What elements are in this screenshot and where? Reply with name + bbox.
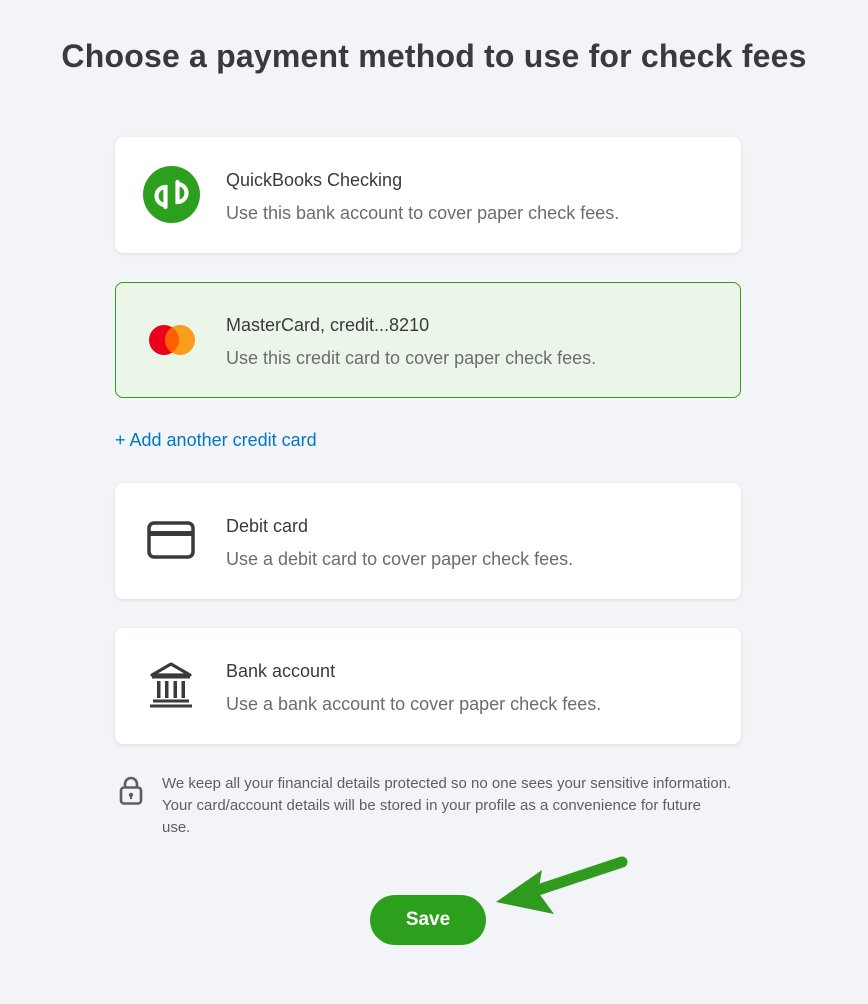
quickbooks-logo-icon: [142, 165, 200, 223]
option-description: Use this credit card to cover paper chec…: [226, 348, 597, 368]
option-description: Use a debit card to cover paper check fe…: [226, 549, 574, 569]
payment-option-quickbooks-checking[interactable]: QuickBooks Checking Use this bank accoun…: [115, 137, 741, 253]
add-credit-card-link[interactable]: + Add another credit card: [115, 430, 317, 451]
option-description: Use a bank account to cover paper check …: [226, 694, 602, 714]
security-note-text: We keep all your financial details prote…: [162, 775, 732, 836]
payment-option-debit-card[interactable]: Debit card Use a debit card to cover pap…: [115, 483, 741, 599]
mastercard-logo-icon: [143, 311, 201, 369]
save-button[interactable]: Save: [370, 895, 486, 945]
payment-option-mastercard[interactable]: MasterCard, credit...8210 Use this credi…: [115, 282, 741, 398]
option-description: Use this bank account to cover paper che…: [226, 203, 620, 223]
credit-card-icon: [142, 511, 200, 569]
lock-icon: [119, 775, 143, 810]
green-arrow-icon: [490, 852, 630, 927]
option-title: Debit card: [226, 516, 309, 536]
option-title: Bank account: [226, 661, 336, 681]
option-title: MasterCard, credit...8210: [226, 315, 430, 335]
page-title: Choose a payment method to use for check…: [61, 38, 807, 74]
payment-option-bank-account[interactable]: Bank account Use a bank account to cover…: [115, 628, 741, 744]
bank-icon: [142, 656, 200, 714]
option-title: QuickBooks Checking: [226, 170, 403, 190]
